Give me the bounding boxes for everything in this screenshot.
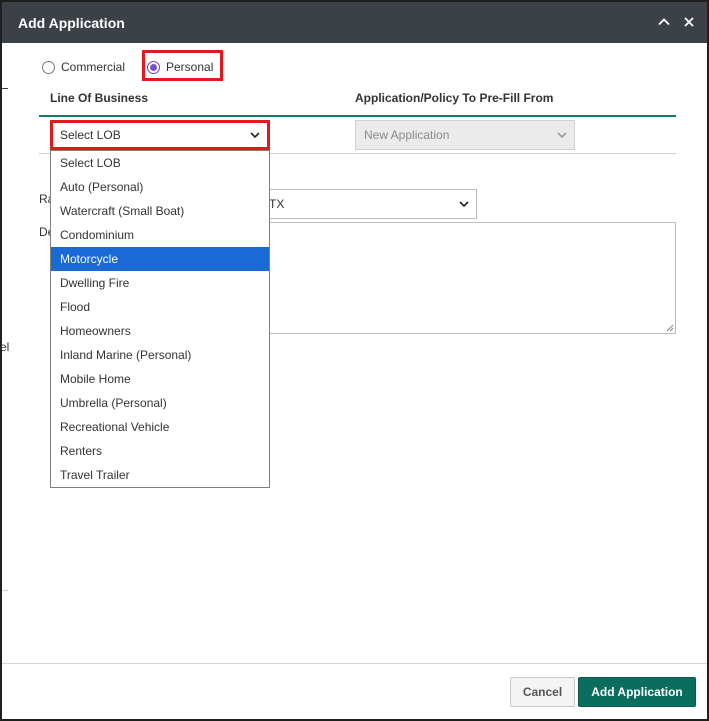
line-of-business-header: Line Of Business [50,91,149,105]
prefill-select-value: New Application [364,128,450,142]
lob-option[interactable]: Select LOB [51,151,269,175]
footer-divider [2,663,707,664]
lob-option[interactable]: Dwelling Fire [51,271,269,295]
lob-option[interactable]: Watercraft (Small Boat) [51,199,269,223]
radio-personal[interactable]: Personal [147,60,213,74]
background-edge-line [2,88,8,89]
cancel-button[interactable]: Cancel [510,677,575,707]
radio-personal-label: Personal [166,60,214,74]
chevron-down-icon [557,132,567,139]
lob-option[interactable]: Umbrella (Personal) [51,391,269,415]
lob-option[interactable]: Homeowners [51,319,269,343]
chevron-down-icon [250,132,260,139]
lob-option[interactable]: Auto (Personal) [51,175,269,199]
close-icon[interactable] [681,14,697,30]
prefill-header: Application/Policy To Pre-Fill From [355,91,554,105]
radio-commercial[interactable]: Commercial [42,60,125,74]
prefill-select[interactable]: New Application [355,120,575,150]
lob-option[interactable]: Condominium [51,223,269,247]
description-textarea[interactable] [260,222,676,334]
chevron-down-icon [459,201,469,208]
lob-select-value: Select LOB [60,128,121,142]
state-select[interactable]: TX [260,189,477,219]
header-divider [39,115,676,117]
lob-dropdown-list: Select LOB Auto (Personal) Watercraft (S… [50,150,270,488]
add-application-dialog: Add Application el Commercial Personal L… [0,0,709,721]
lob-option[interactable]: Inland Marine (Personal) [51,343,269,367]
dialog-title: Add Application [18,15,125,31]
lob-option[interactable]: Recreational Vehicle [51,415,269,439]
lob-select[interactable]: Select LOB [50,120,270,150]
chevron-up-icon[interactable] [656,14,672,30]
lob-option[interactable]: Renters [51,439,269,463]
state-select-value: TX [269,197,285,211]
lob-option[interactable]: Flood [51,295,269,319]
radio-commercial-label: Commercial [61,60,126,74]
lob-option[interactable]: Travel Trailer [51,463,269,487]
lob-option[interactable]: Mobile Home [51,367,269,391]
resize-handle-icon[interactable] [666,324,674,332]
lob-option-highlighted[interactable]: Motorcycle [51,247,269,271]
radio-commercial-circle[interactable] [42,60,55,74]
radio-personal-circle[interactable] [147,60,160,74]
add-application-button[interactable]: Add Application [578,677,696,707]
background-text-fragment: el [0,340,10,354]
dialog-titlebar: Add Application [2,2,707,43]
background-edge-line [2,590,8,591]
